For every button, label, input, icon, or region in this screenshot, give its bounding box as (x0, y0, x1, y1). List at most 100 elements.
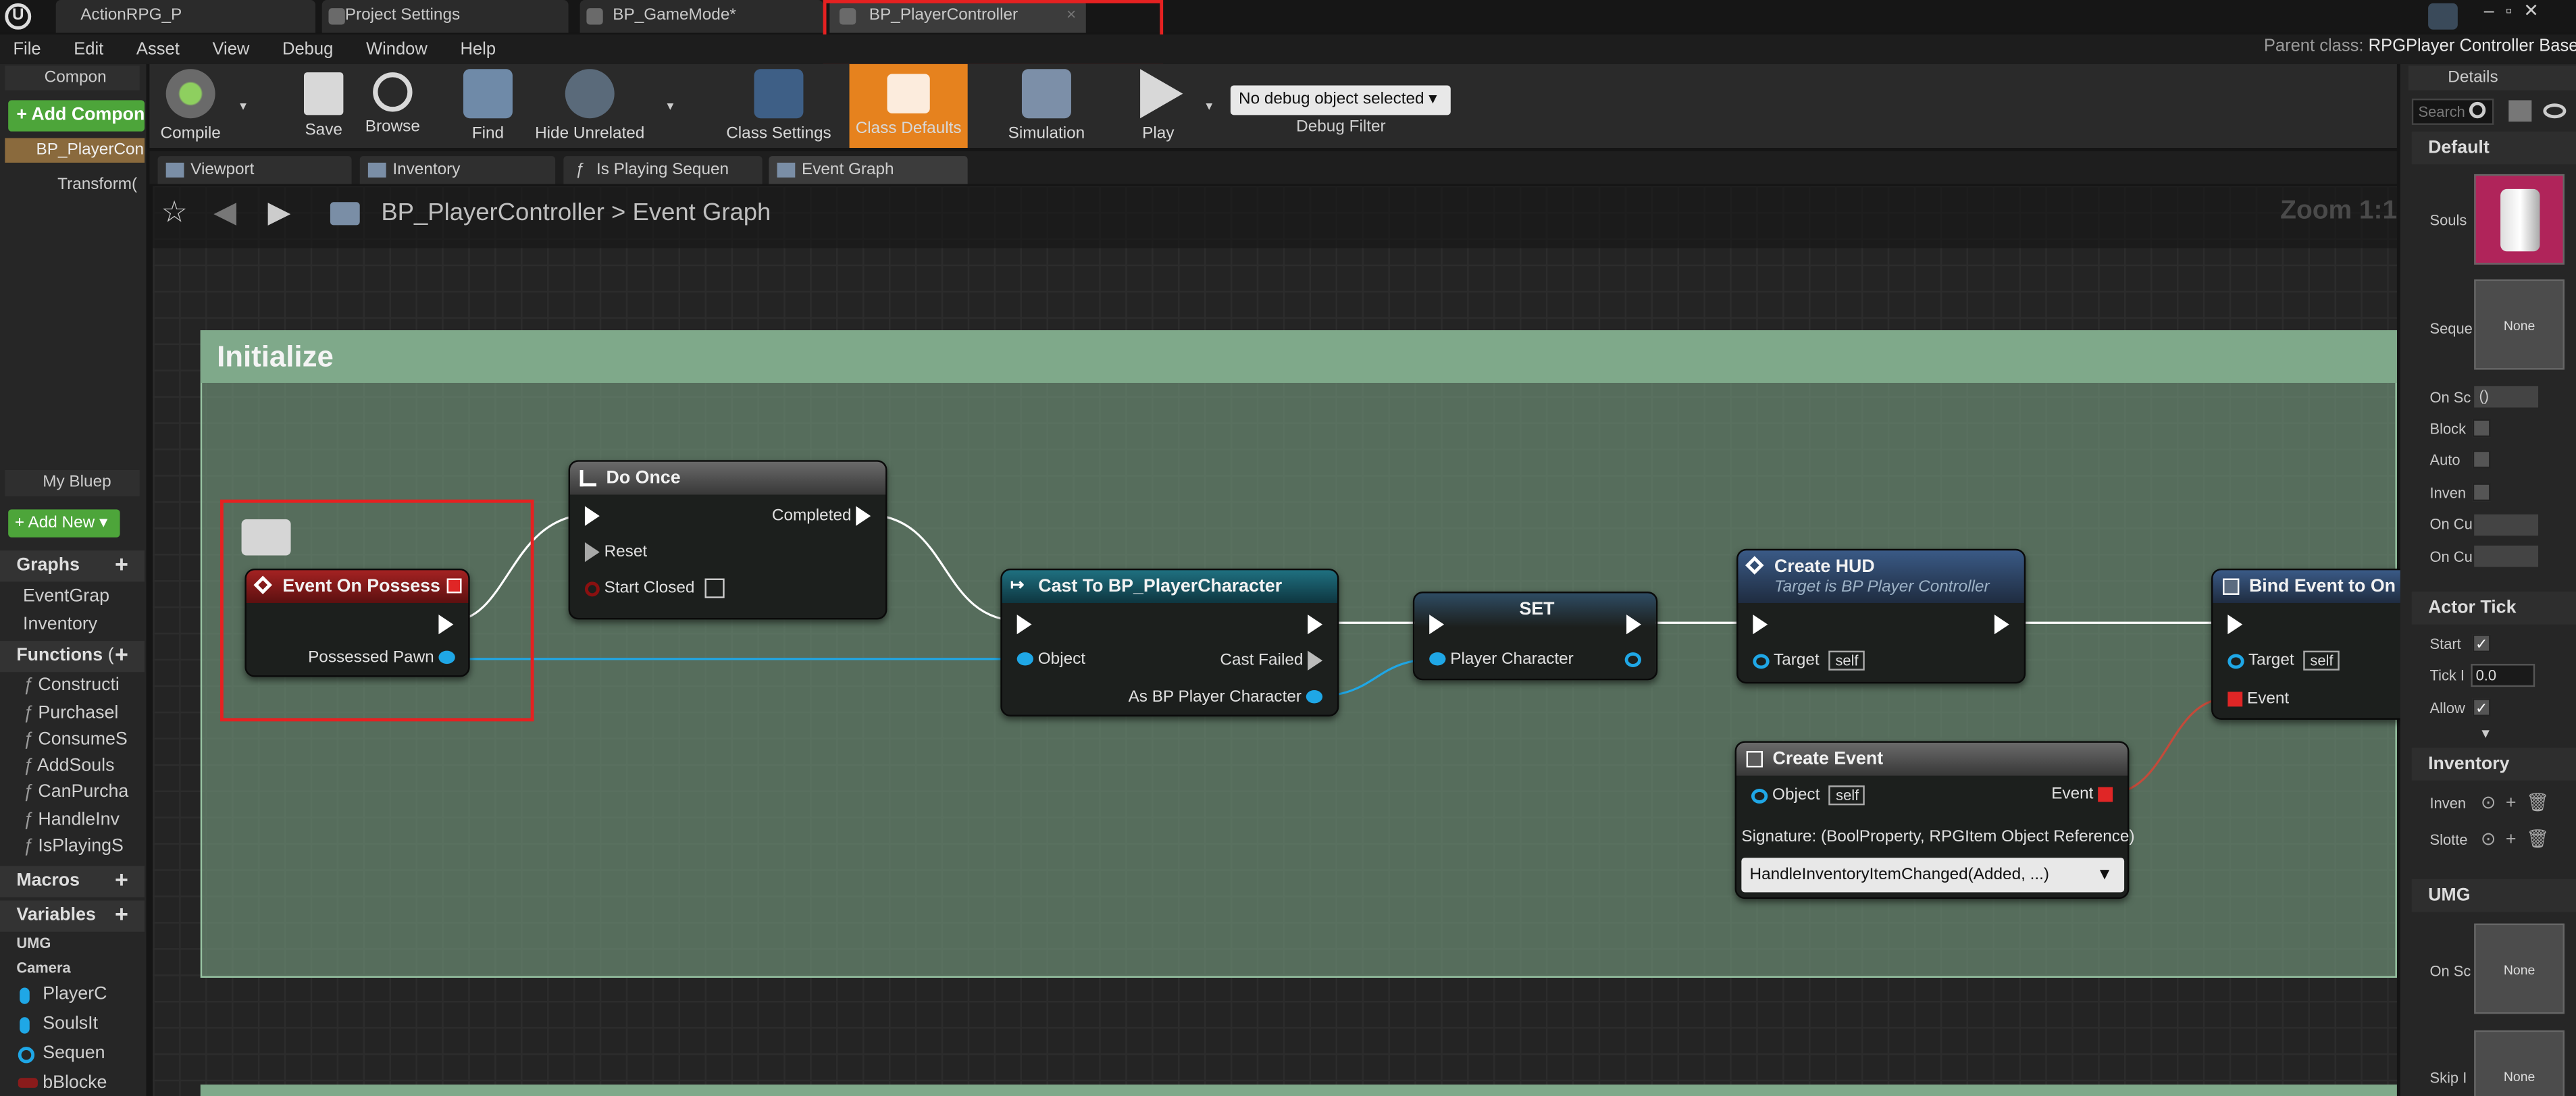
cast-failed-pin[interactable]: Cast Failed (1220, 650, 1323, 671)
do-once-node[interactable]: Do Once Completed Reset Start Closed (568, 460, 887, 620)
completed-pin[interactable]: Completed (771, 506, 871, 526)
skip-thumbnail[interactable]: None (2474, 1030, 2565, 1096)
exec-out-pin[interactable] (1626, 615, 1641, 635)
on-cu-field[interactable] (2474, 514, 2539, 536)
default-section[interactable]: Default (2411, 131, 2576, 165)
node-title: Cast To BP_PlayerCharacter (1038, 577, 1283, 597)
target-pin[interactable]: Target self (2227, 650, 2340, 671)
node-header: ↦ Cast To BP_PlayerCharacter (1002, 570, 1337, 604)
node-title: Create Event (1772, 749, 1884, 769)
section-title: UMG (2428, 885, 2471, 906)
function-select-value: HandleInventoryItemChanged(Added, ...) (1749, 866, 2050, 885)
as-character-pin[interactable]: As BP Player Character (1128, 688, 1323, 707)
souls-thumbnail[interactable] (2474, 174, 2565, 265)
block-checkbox[interactable] (2472, 419, 2491, 438)
slotted-controls[interactable]: ⊙+🗑 (2481, 828, 2559, 850)
event-in-pin[interactable]: Event (2227, 690, 2289, 708)
on-cu-label: On Cu (2429, 548, 2473, 566)
inventory-label: Inven (2429, 795, 2467, 812)
object-pin[interactable]: Object (1016, 651, 1085, 669)
sequence-label: Seque (2429, 320, 2473, 337)
start-closed-pin[interactable]: Start Closed (584, 578, 724, 598)
create-hud-node[interactable]: Create HUD Target is BP Player Controlle… (1736, 548, 2026, 684)
pin-label: Player Character (1450, 650, 1574, 669)
event-out-pin[interactable]: Event (2051, 785, 2113, 804)
pin-label: Target (2248, 652, 2294, 670)
player-character-pin[interactable]: Player Character (1429, 651, 1574, 669)
auto-checkbox[interactable] (2472, 450, 2491, 469)
section-title: Actor Tick (2428, 598, 2517, 618)
sequence-thumbnail[interactable]: None (2474, 279, 2565, 370)
property-matrix-icon[interactable] (2508, 100, 2532, 122)
souls-item-image (2499, 188, 2540, 252)
macro-icon (579, 469, 596, 487)
actor-tick-section[interactable]: Actor Tick (2411, 592, 2576, 625)
pin-label: Completed (771, 507, 852, 525)
on-sc-field[interactable]: () (2474, 386, 2539, 408)
tick-interval-field[interactable]: 0.0 (2471, 664, 2535, 687)
player-character-out-pin[interactable] (1624, 651, 1641, 669)
target-pin[interactable]: Target self (1753, 650, 1865, 671)
pin-label: Event (2051, 785, 2094, 804)
exec-in-pin[interactable] (1429, 615, 1445, 635)
reset-pin[interactable]: Reset (584, 542, 648, 563)
create-event-node[interactable]: Create Event Object self Event Signature… (1734, 741, 2135, 899)
pin-label: Cast Failed (1220, 652, 1304, 670)
section-title: Inventory (2428, 754, 2510, 775)
exec-in-pin[interactable] (584, 506, 600, 526)
node-title: Create HUD (1774, 556, 1875, 577)
on-cu-field[interactable] (2474, 545, 2539, 567)
exec-in-pin[interactable] (1016, 615, 1032, 635)
exec-wire (864, 513, 1022, 623)
eye-icon[interactable] (2543, 103, 2567, 119)
umg-on-label: On Sc (2429, 962, 2471, 980)
exec-in-pin[interactable] (1753, 615, 1768, 635)
object-pin[interactable]: Object self (1751, 785, 1865, 806)
exec-out-pin[interactable] (1308, 615, 1323, 635)
node-title: SET (1519, 600, 1555, 620)
function-select[interactable]: HandleInventoryItemChanged(Added, ...) ▼ (1741, 858, 2125, 893)
pin-label: Object (1772, 786, 1820, 805)
skip-label: Skip I (2429, 1070, 2467, 1087)
inven-label: Inven (2429, 484, 2467, 502)
exec-in-pin[interactable] (2227, 615, 2243, 635)
exec-out-pin[interactable] (1994, 615, 2009, 635)
bool-pin-icon (584, 581, 600, 596)
start-closed-checkbox[interactable] (704, 578, 724, 598)
create-event-icon (1746, 751, 1763, 768)
self-default: self (2303, 650, 2340, 671)
details-title: Details (2448, 69, 2498, 87)
set-node[interactable]: SET Player Character (1412, 592, 1658, 681)
event-node-highlight (220, 499, 534, 722)
pin-label: Event (2246, 690, 2290, 708)
auto-label: Auto (2429, 452, 2461, 469)
souls-label: Souls (2429, 211, 2467, 229)
inventory-section[interactable]: Inventory (2411, 748, 2576, 781)
start-checkbox[interactable]: ✓ (2472, 634, 2491, 653)
advanced-expander-icon[interactable]: ▼ (2479, 727, 2492, 741)
on-sc-label: On Sc (2429, 389, 2471, 407)
node-title: Do Once (606, 468, 681, 488)
self-default: self (1829, 785, 1865, 806)
bind-event-icon (2223, 578, 2240, 595)
bind-event-node[interactable]: Bind Event to On I Target self Event (2211, 568, 2425, 720)
node-header: Bind Event to On I (2213, 570, 2423, 604)
on-cu-label: On Cu (2429, 516, 2473, 533)
dropdown-arrow-icon: ▼ (2096, 866, 2113, 885)
cast-icon: ↦ (1010, 577, 1025, 595)
search-icon[interactable] (2469, 101, 2486, 119)
start-label: Start (2429, 635, 2461, 653)
inven-checkbox[interactable] (2472, 483, 2491, 502)
allow-checkbox[interactable]: ✓ (2472, 698, 2491, 716)
node-header: Do Once (570, 461, 886, 495)
signature-text: Signature: (BoolProperty, RPGItem Object… (1741, 828, 2135, 847)
umg-section[interactable]: UMG (2411, 879, 2576, 912)
inventory-controls[interactable]: ⊙+🗑 (2481, 792, 2559, 813)
pin-label: Reset (604, 543, 648, 562)
cast-to-node[interactable]: ↦ Cast To BP_PlayerCharacter Object Cast … (1000, 568, 1339, 716)
pin-label: As BP Player Character (1128, 688, 1302, 707)
block-label: Block (2429, 420, 2467, 438)
node-title: Bind Event to On I (2248, 577, 2406, 597)
slotted-label: Slotte (2429, 831, 2468, 848)
umg-thumbnail[interactable]: None (2474, 923, 2565, 1014)
